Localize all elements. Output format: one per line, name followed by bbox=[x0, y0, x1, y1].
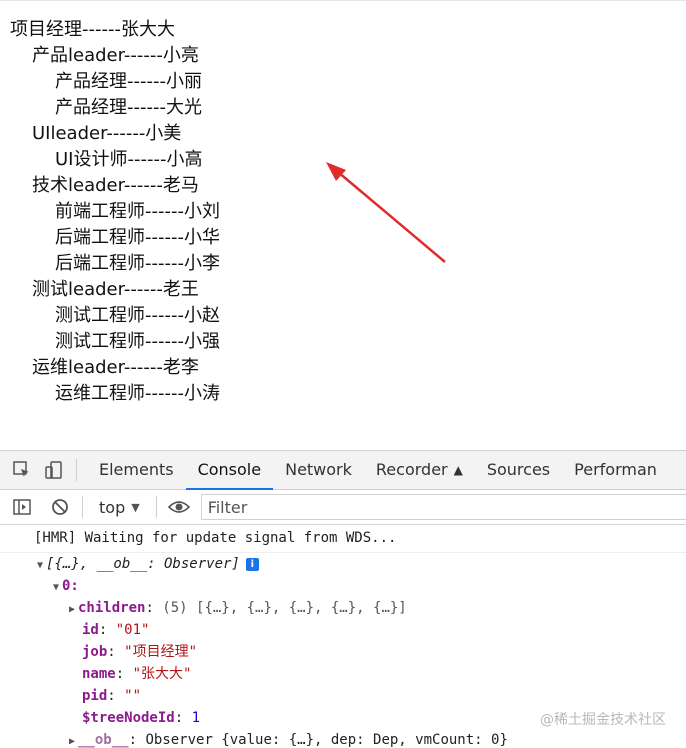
prop-key: pid bbox=[82, 688, 108, 704]
tab-recorder-label: Recorder bbox=[375, 460, 448, 479]
prop-key: $treeNodeId bbox=[82, 710, 175, 726]
expand-triangle-icon[interactable]: ▼ bbox=[34, 555, 46, 577]
flask-icon: ▲ bbox=[453, 463, 463, 477]
live-expression-eye-icon[interactable] bbox=[167, 495, 191, 519]
index-label: 0: bbox=[62, 578, 79, 594]
prop-value: "张大大" bbox=[132, 666, 192, 682]
collapse-triangle-icon[interactable]: ▶ bbox=[66, 599, 78, 621]
prop-value: Observer {value: {…}, dep: Dep, vmCount:… bbox=[145, 732, 508, 748]
tab-sources[interactable]: Sources bbox=[475, 451, 562, 489]
tree-node: 测试leader------老王 bbox=[32, 279, 199, 300]
clear-console-icon[interactable] bbox=[48, 495, 72, 519]
tree-node: 产品leader------小亮 bbox=[32, 45, 199, 66]
info-icon[interactable]: i bbox=[245, 558, 259, 571]
toolbar-divider bbox=[82, 496, 83, 518]
prop-value: "" bbox=[124, 688, 142, 704]
prop-key: job bbox=[82, 644, 108, 660]
tree-node: 产品经理------小丽 bbox=[55, 71, 202, 92]
filter-box bbox=[200, 494, 686, 520]
tabbar-divider bbox=[76, 459, 77, 481]
page-viewport: 项目经理------张大大产品leader------小亮产品经理------小… bbox=[0, 0, 686, 451]
watermark: @稀土掘金技术社区 bbox=[540, 712, 666, 728]
prop-key: id bbox=[82, 622, 99, 638]
console-index-0[interactable]: ▼ 0: bbox=[0, 575, 686, 597]
tree-node: UIleader------小美 bbox=[32, 123, 182, 144]
collapse-triangle-icon[interactable]: ▶ bbox=[66, 731, 78, 748]
tree-node: 后端工程师------小李 bbox=[55, 253, 220, 274]
prop-id: id: "01" bbox=[82, 622, 150, 638]
console-toolbar: top ▼ bbox=[0, 490, 686, 525]
expand-triangle-icon[interactable]: ▼ bbox=[50, 577, 62, 599]
prop-value: "01" bbox=[115, 622, 150, 638]
tree-node: 后端工程师------小华 bbox=[55, 227, 220, 248]
org-tree: 项目经理------张大大产品leader------小亮产品经理------小… bbox=[10, 17, 220, 407]
tree-node: 运维leader------老李 bbox=[32, 357, 199, 378]
tree-node: UI设计师------小高 bbox=[55, 149, 203, 170]
prop-key: __ob__ bbox=[78, 732, 129, 748]
tab-performance[interactable]: Performan bbox=[562, 451, 669, 489]
devtools-panel: Elements Console Network Recorder ▲ Sourc… bbox=[0, 450, 686, 748]
tree-node: 运维工程师------小涛 bbox=[55, 383, 220, 404]
inspect-element-icon[interactable] bbox=[10, 458, 34, 482]
prop-job: job: "项目经理" bbox=[82, 644, 198, 660]
console-message-hmr: [HMR] Waiting for update signal from WDS… bbox=[0, 525, 686, 553]
prop-value: "项目经理" bbox=[124, 644, 198, 660]
tab-elements[interactable]: Elements bbox=[87, 451, 186, 489]
prop-ob[interactable]: ▶ __ob__: Observer {value: {…}, dep: Dep,… bbox=[0, 729, 686, 748]
tree-node: 测试工程师------小赵 bbox=[55, 305, 220, 326]
prop-value: (5) [{…}, {…}, {…}, {…}, {…}] bbox=[162, 600, 407, 616]
tab-recorder[interactable]: Recorder ▲ bbox=[364, 451, 475, 489]
toolbar-divider-2 bbox=[155, 496, 157, 518]
chevron-down-icon: ▼ bbox=[131, 500, 140, 514]
prop-key: children bbox=[78, 600, 146, 616]
prop-pid: pid: "" bbox=[82, 688, 142, 704]
prop-name: name: "张大大" bbox=[82, 666, 192, 682]
context-selector[interactable]: top ▼ bbox=[93, 498, 146, 517]
prop-value: 1 bbox=[191, 710, 201, 726]
show-sidebar-icon[interactable] bbox=[10, 495, 34, 519]
device-toolbar-icon[interactable] bbox=[42, 458, 66, 482]
prop-key: name bbox=[82, 666, 116, 682]
tree-node: 前端工程师------小刘 bbox=[55, 201, 220, 222]
tab-network[interactable]: Network bbox=[273, 451, 364, 489]
tree-node: 测试工程师------小强 bbox=[55, 331, 220, 352]
devtools-tabbar: Elements Console Network Recorder ▲ Sourc… bbox=[0, 451, 686, 490]
array-summary: [{…}, __ob__: Observer] bbox=[46, 556, 240, 572]
context-label: top bbox=[99, 497, 126, 517]
filter-input[interactable] bbox=[205, 496, 686, 518]
console-object-root[interactable]: ▼ [{…}, __ob__: Observer] i bbox=[0, 553, 686, 575]
tab-console[interactable]: Console bbox=[185, 451, 274, 490]
prop-children[interactable]: ▶ children: (5) [{…}, {…}, {…}, {…}, {…}] bbox=[0, 597, 686, 619]
tree-node: 项目经理------张大大 bbox=[10, 19, 175, 40]
tree-node: 技术leader------老马 bbox=[32, 175, 199, 196]
tree-node: 产品经理------大光 bbox=[55, 97, 202, 118]
